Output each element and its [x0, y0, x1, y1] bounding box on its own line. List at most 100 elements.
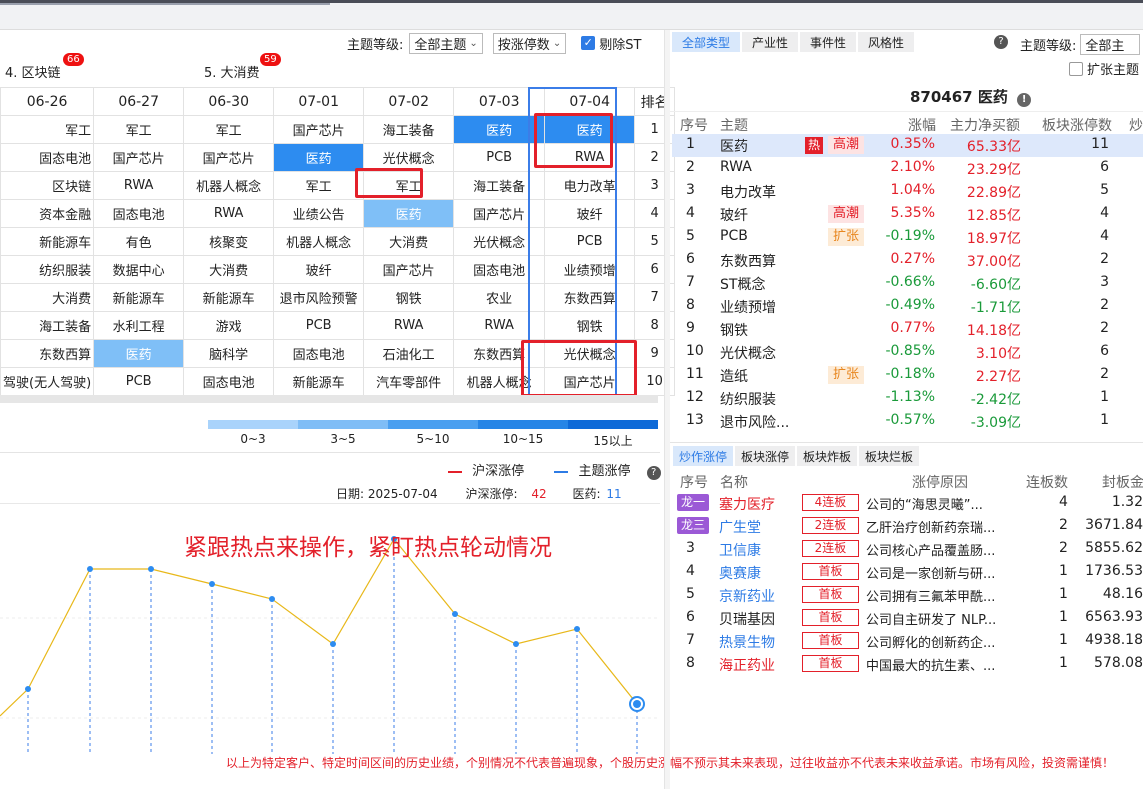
- stock-name[interactable]: 广生堂: [719, 517, 761, 537]
- theme-cell[interactable]: 固态电池: [273, 339, 365, 368]
- stock-row[interactable]: 3 卫信康 2连板 公司核心产品覆盖肠... 2 5855.62: [672, 537, 1143, 560]
- theme-cell[interactable]: 海工装备: [0, 311, 95, 340]
- theme-cell[interactable]: 国产芯片: [183, 143, 275, 172]
- theme-cell[interactable]: 驾驶(无人驾驶): [0, 367, 95, 396]
- theme-cell[interactable]: 脑科学: [183, 339, 275, 368]
- theme-cell[interactable]: 石油化工: [363, 339, 455, 368]
- theme-cell[interactable]: 医药: [93, 339, 185, 368]
- data-point[interactable]: [87, 566, 93, 572]
- stock-name[interactable]: 卫信康: [719, 540, 761, 560]
- theme-cell[interactable]: 游戏: [183, 311, 275, 340]
- theme-cell[interactable]: 数据中心: [93, 255, 185, 284]
- theme-cell[interactable]: 汽车零部件: [363, 367, 455, 396]
- right-theme-level-select[interactable]: 全部主: [1080, 34, 1141, 55]
- data-point[interactable]: [330, 641, 336, 647]
- stock-name[interactable]: 京新药业: [719, 586, 775, 606]
- theme-row[interactable]: 7 ST概念 -0.66% -6.60亿 3: [672, 272, 1143, 295]
- theme-row[interactable]: 4 玻纤 高潮 5.35% 12.85亿 4: [672, 203, 1143, 226]
- stock-name[interactable]: 热景生物: [719, 632, 775, 652]
- tab-board-bad[interactable]: 板块烂板: [859, 446, 920, 466]
- theme-cell[interactable]: 新能源车: [273, 367, 365, 396]
- theme-cell[interactable]: 机器人概念: [183, 171, 275, 200]
- theme-cell[interactable]: 大消费: [183, 255, 275, 284]
- date-header[interactable]: 06-26: [0, 87, 95, 116]
- tab-industry[interactable]: 产业性: [742, 32, 799, 52]
- theme-cell[interactable]: 有色: [93, 227, 185, 256]
- theme-row[interactable]: 3 电力改革 1.04% 22.89亿 5: [672, 180, 1143, 203]
- stock-row[interactable]: 6 贝瑞基因 首板 公司自主研发了 NLP... 1 6563.93: [672, 606, 1143, 629]
- group-label-1[interactable]: 4. 区块链 66: [5, 53, 84, 81]
- theme-level-select[interactable]: 全部主题 ⌄: [409, 32, 483, 54]
- tab-all-types[interactable]: 全部类型: [672, 32, 741, 52]
- expand-theme-toggle[interactable]: 扩张主题: [1069, 59, 1139, 78]
- stock-row[interactable]: 4 奥赛康 首板 公司是一家创新与研... 1 1736.53: [672, 560, 1143, 583]
- help-icon[interactable]: ?: [646, 466, 661, 480]
- theme-cell[interactable]: 医药: [273, 143, 365, 172]
- theme-row[interactable]: 6 东数西算 0.27% 37.00亿 2: [672, 249, 1143, 272]
- tab-board-limit[interactable]: 板块涨停: [735, 446, 796, 466]
- theme-row[interactable]: 5 PCB 扩张 -0.19% 18.97亿 4: [672, 226, 1143, 249]
- theme-cell[interactable]: 新能源车: [93, 283, 185, 312]
- theme-cell[interactable]: RWA: [93, 171, 185, 200]
- theme-cell[interactable]: 军工: [0, 115, 95, 144]
- theme-cell[interactable]: 固态电池: [93, 199, 185, 228]
- theme-cell[interactable]: 国产芯片: [273, 115, 365, 144]
- horizontal-scrollbar[interactable]: [0, 395, 658, 403]
- theme-cell[interactable]: 机器人概念: [273, 227, 365, 256]
- theme-cell[interactable]: PCB: [273, 311, 365, 340]
- theme-cell[interactable]: 纺织服装: [0, 255, 95, 284]
- theme-cell[interactable]: PCB: [93, 367, 185, 396]
- stock-row[interactable]: 7 热景生物 首板 公司孵化的创新药企... 1 4938.18: [672, 629, 1143, 652]
- theme-cell[interactable]: 资本金融: [0, 199, 95, 228]
- theme-cell[interactable]: 新能源车: [0, 227, 95, 256]
- stock-name[interactable]: 塞力医疗: [719, 494, 775, 514]
- stock-row[interactable]: 龙一 塞力医疗 4连板 公司的“海思灵曦”... 4 1.32: [672, 491, 1143, 514]
- theme-cell[interactable]: 新能源车: [183, 283, 275, 312]
- theme-row[interactable]: 10 光伏概念 -0.85% 3.10亿 6: [672, 341, 1143, 364]
- data-point[interactable]: [148, 566, 154, 572]
- data-point[interactable]: [452, 611, 458, 617]
- theme-cell[interactable]: 大消费: [0, 283, 95, 312]
- tab-hype-limit[interactable]: 炒作涨停: [673, 446, 734, 466]
- date-header[interactable]: 06-30: [183, 87, 275, 116]
- theme-cell[interactable]: 核聚变: [183, 227, 275, 256]
- data-point[interactable]: [209, 581, 215, 587]
- theme-cell[interactable]: 钢铁: [363, 283, 455, 312]
- theme-cell[interactable]: 大消费: [363, 227, 455, 256]
- tab-board-break[interactable]: 板块炸板: [797, 446, 858, 466]
- data-point[interactable]: [574, 626, 580, 632]
- theme-row[interactable]: 9 钢铁 0.77% 14.18亿 2: [672, 318, 1143, 341]
- stock-row[interactable]: 8 海正药业 首板 中国最大的抗生素、... 1 578.08: [672, 652, 1143, 675]
- data-point[interactable]: [25, 686, 31, 692]
- theme-cell[interactable]: RWA: [183, 199, 275, 228]
- stock-row[interactable]: 龙三 广生堂 2连板 乙肝治疗创新药奈瑞... 2 3671.84: [672, 514, 1143, 537]
- theme-cell[interactable]: 退市风险预警: [273, 283, 365, 312]
- tab-style[interactable]: 风格性: [858, 32, 915, 52]
- theme-cell[interactable]: 水利工程: [93, 311, 185, 340]
- group-label-2[interactable]: 5. 大消费 59: [204, 53, 281, 81]
- theme-row[interactable]: 12 纺织服装 -1.13% -2.42亿 1: [672, 387, 1143, 410]
- theme-cell[interactable]: 业绩公告: [273, 199, 365, 228]
- stock-name[interactable]: 奥赛康: [719, 563, 761, 583]
- date-header[interactable]: 06-27: [93, 87, 185, 116]
- theme-cell[interactable]: 固态电池: [183, 367, 275, 396]
- help-icon[interactable]: ?: [994, 35, 1008, 49]
- theme-row[interactable]: 1 医药 热高潮 0.35% 65.33亿 11: [672, 134, 1143, 157]
- theme-cell[interactable]: 固态电池: [0, 143, 95, 172]
- expand-theme-checkbox[interactable]: [1069, 61, 1083, 76]
- info-icon[interactable]: !: [1017, 93, 1032, 107]
- data-point[interactable]: [513, 641, 519, 647]
- theme-cell[interactable]: 玻纤: [273, 255, 365, 284]
- theme-cell[interactable]: 东数西算: [0, 339, 95, 368]
- date-header[interactable]: 07-02: [363, 87, 455, 116]
- theme-cell[interactable]: 区块链: [0, 171, 95, 200]
- theme-cell[interactable]: 军工: [93, 115, 185, 144]
- theme-row[interactable]: 2 RWA 2.10% 23.29亿 6: [672, 157, 1143, 180]
- theme-row[interactable]: 13 退市风险... -0.57% -3.09亿 1: [672, 410, 1143, 433]
- theme-cell[interactable]: 医药: [363, 199, 455, 228]
- theme-cell[interactable]: 军工: [273, 171, 365, 200]
- theme-cell[interactable]: 军工: [183, 115, 275, 144]
- data-point[interactable]: [269, 596, 275, 602]
- sort-select[interactable]: 按涨停数 ⌄: [492, 32, 567, 54]
- theme-cell[interactable]: RWA: [363, 311, 455, 340]
